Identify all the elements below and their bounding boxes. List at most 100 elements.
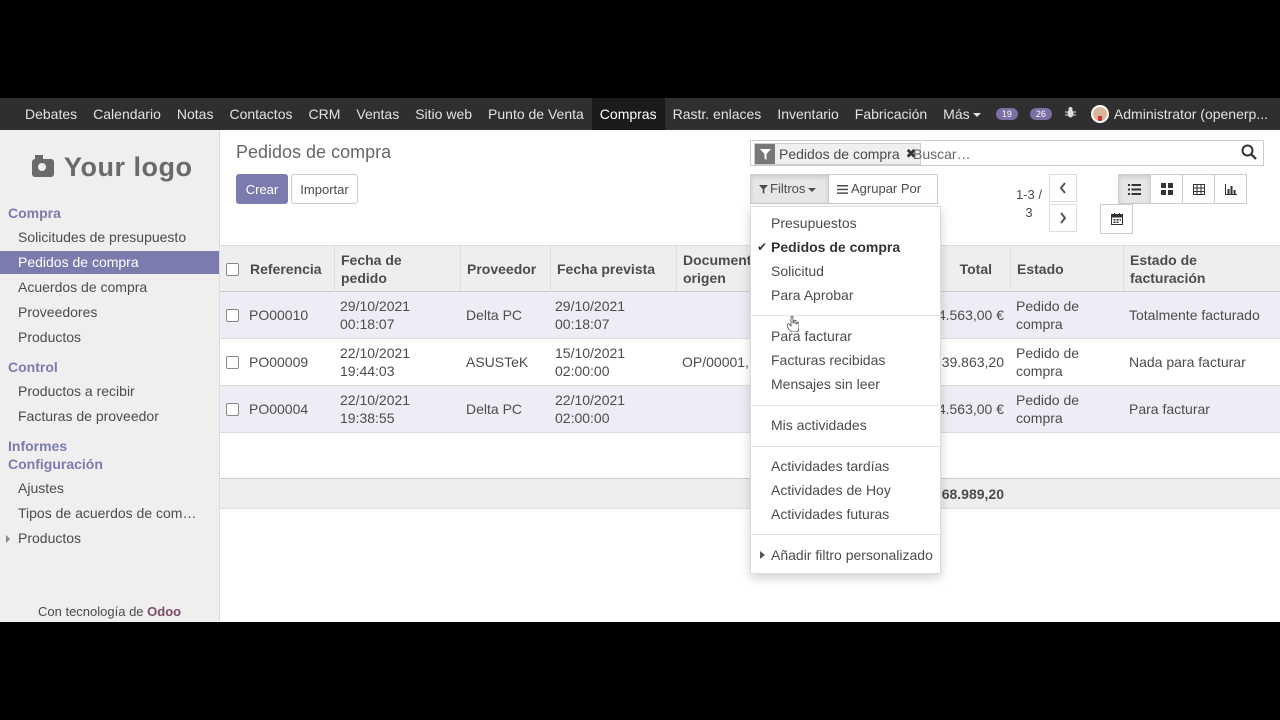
cell-estado-facturacion: Nada para facturar [1129, 354, 1246, 370]
menu-ventas[interactable]: Ventas [348, 98, 407, 130]
select-all-checkbox[interactable] [226, 262, 239, 276]
menu-contactos[interactable]: Contactos [221, 98, 300, 130]
user-avatar[interactable] [1090, 105, 1109, 123]
cell-estado: Pedido de compra [1010, 386, 1123, 432]
pivot-view-button[interactable] [1182, 174, 1215, 204]
list-icon [1128, 183, 1141, 195]
cell-fecha-pedido-date: 29/10/2021 [340, 298, 411, 314]
filter-mis-actividades[interactable]: Mis actividades [751, 413, 940, 437]
filter-presupuestos[interactable]: Presupuestos [751, 211, 940, 235]
filter-para-aprobar[interactable]: Para Aprobar [751, 283, 940, 307]
filter-actividades-tardias[interactable]: Actividades tardías [751, 454, 940, 478]
column-header-fecha-pedido[interactable]: Fecha de pedido [334, 246, 460, 292]
filter-facturas-recibidas[interactable]: Facturas recibidas [751, 348, 940, 372]
sidebar-item-ajustes[interactable]: Ajustes [0, 477, 219, 500]
menu-crm[interactable]: CRM [301, 98, 349, 130]
import-button[interactable]: Importar [291, 174, 358, 204]
column-header-total[interactable]: Total [940, 246, 1010, 292]
calendar-view-button[interactable] [1100, 204, 1133, 234]
cell-fecha-prevista-date: 22/10/2021 [555, 392, 626, 408]
filter-solicitud[interactable]: Solicitud [751, 259, 940, 283]
column-header-proveedor[interactable]: Proveedor [460, 246, 550, 292]
menu-fabricacion[interactable]: Fabricación [847, 98, 935, 130]
column-header-estado-fact-line2: facturación [1130, 270, 1206, 286]
chat-badge[interactable]: 26 [1029, 108, 1052, 120]
menu-inventario[interactable]: Inventario [769, 98, 846, 130]
menu-calendario[interactable]: Calendario [85, 98, 169, 130]
row-checkbox[interactable] [226, 355, 239, 369]
cell-fecha-prevista: 15/10/2021 02:00:00 [549, 339, 675, 385]
sidebar-item-productos-recibir[interactable]: Productos a recibir [0, 380, 219, 403]
sidebar-item-facturas-proveedor[interactable]: Facturas de proveedor [0, 405, 219, 428]
menu-sitio-web[interactable]: Sitio web [407, 98, 480, 130]
column-header-estado[interactable]: Estado [1010, 246, 1123, 292]
pager-next-button[interactable] [1049, 204, 1077, 232]
filters-toggle-button[interactable]: Filtros [750, 174, 829, 204]
column-header-fecha-pedido-line1: Fecha de [341, 252, 402, 268]
odoo-link[interactable]: Odoo [147, 604, 181, 619]
graph-view-button[interactable] [1214, 174, 1247, 204]
search-input[interactable] [911, 141, 1235, 167]
sidebar-section-informes[interactable]: Informes [8, 438, 67, 454]
cell-estado-line1: Pedido de [1016, 392, 1080, 408]
sidebar-item-productos-config-label: Productos [18, 530, 82, 546]
cell-proveedor: ASUSTeK [466, 354, 529, 370]
sidebar-section-compra: Compra [8, 205, 61, 221]
app-menu: Debates Calendario Notas Contactos CRM V… [17, 98, 989, 130]
filter-pedidos-compra[interactable]: ✔ Pedidos de compra [751, 235, 940, 259]
filter-actividades-futuras[interactable]: Actividades futuras [751, 502, 940, 526]
create-button[interactable]: Crear [236, 174, 288, 204]
user-menu[interactable]: Administrator (openerp... [1114, 106, 1268, 122]
powered-by: Con tecnología de Odoo [38, 604, 181, 619]
column-header-fecha-prevista[interactable]: Fecha prevista [550, 246, 676, 292]
menu-punto-de-venta[interactable]: Punto de Venta [480, 98, 592, 130]
filter-actividades-hoy[interactable]: Actividades de Hoy [751, 478, 940, 502]
cell-fecha-prevista-time: 02:00:00 [555, 410, 610, 426]
groupby-toggle-button[interactable]: Agrupar Por [828, 174, 938, 220]
sidebar-item-productos-config[interactable]: Productos [0, 527, 219, 550]
menu-mas[interactable]: Más [935, 98, 988, 130]
cell-fecha-prevista-date: 29/10/2021 [555, 298, 626, 314]
cell-estado-line1: Pedido de [1016, 298, 1080, 314]
add-custom-filter[interactable]: Añadir filtro personalizado [751, 543, 940, 567]
pager-value[interactable]: 1-3 / 3 [1014, 186, 1044, 222]
row-checkbox[interactable] [226, 402, 239, 416]
caret-right-icon [760, 543, 765, 567]
menu-debates[interactable]: Debates [17, 98, 85, 130]
pager-total: 3 [1025, 205, 1033, 220]
sidebar-item-acuerdos[interactable]: Acuerdos de compra [0, 276, 219, 299]
top-navbar: Debates Calendario Notas Contactos CRM V… [0, 98, 1280, 130]
cell-fecha-pedido: 29/10/2021 00:18:07 [334, 292, 460, 338]
camera-icon [32, 154, 54, 177]
menu-notas[interactable]: Notas [169, 98, 222, 130]
table-icon [1192, 183, 1205, 195]
row-checkbox[interactable] [226, 308, 239, 322]
bug-icon[interactable] [1064, 106, 1077, 122]
column-header-documento-origen[interactable]: Documento origen [676, 246, 760, 292]
column-header-estado-facturacion[interactable]: Estado de facturación [1123, 246, 1280, 292]
column-header-referencia[interactable]: Referencia [244, 246, 334, 292]
pager-previous-button[interactable] [1049, 174, 1077, 202]
powered-prefix: Con tecnología de [38, 604, 144, 619]
kanban-view-button[interactable] [1150, 174, 1183, 204]
filter-para-facturar[interactable]: Para facturar [751, 324, 940, 348]
row-select-cell [220, 386, 244, 432]
sidebar: Your logo Compra Solicitudes de presupue… [0, 130, 220, 622]
filter-mensajes-sin-leer[interactable]: Mensajes sin leer [751, 372, 940, 396]
sidebar-item-solicitudes[interactable]: Solicitudes de presupuesto [0, 226, 219, 249]
menu-rastr-enlaces[interactable]: Rastr. enlaces [665, 98, 770, 130]
messages-badge[interactable]: 19 [995, 108, 1018, 120]
filters-label: Filtros [770, 181, 806, 196]
list-view-button[interactable] [1118, 174, 1151, 204]
row-select-cell [220, 292, 244, 338]
sidebar-item-productos[interactable]: Productos [0, 326, 219, 349]
sidebar-item-tipos-acuerdos[interactable]: Tipos de acuerdos de com… [0, 502, 219, 525]
search-icon[interactable] [1241, 144, 1259, 162]
sidebar-item-proveedores[interactable]: Proveedores [0, 301, 219, 324]
cell-estado-line2: compra [1016, 363, 1063, 379]
kanban-icon [1160, 183, 1173, 195]
company-logo[interactable]: Your logo [32, 152, 192, 183]
menu-compras[interactable]: Compras [591, 98, 665, 130]
sidebar-item-pedidos[interactable]: Pedidos de compra [0, 251, 219, 274]
cell-estado-line2: compra [1016, 410, 1063, 426]
